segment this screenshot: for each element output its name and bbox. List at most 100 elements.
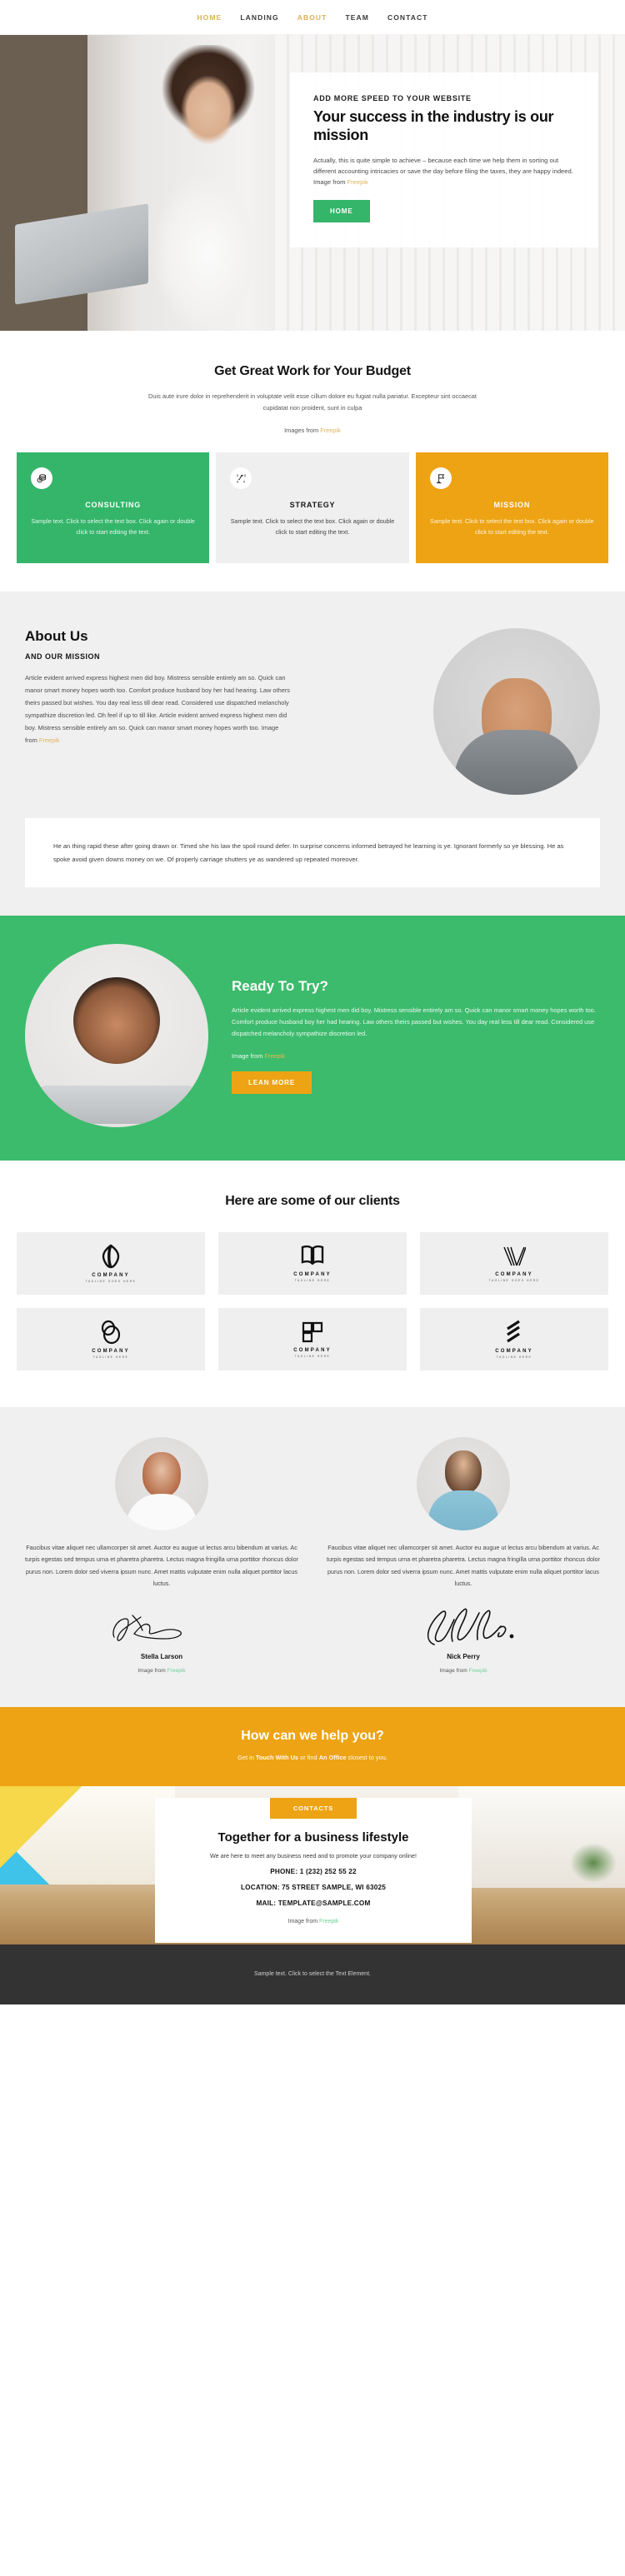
main-navigation: HOME LANDING ABOUT TEAM CONTACT	[0, 0, 625, 35]
signature-icon	[320, 1603, 607, 1650]
tactics-icon: x o o x	[230, 467, 252, 490]
svg-text:x: x	[237, 473, 239, 477]
help-sub-e: closest to you.	[346, 1753, 388, 1761]
about-quote-text: He an thing rapid these after going draw…	[53, 841, 564, 863]
client-name: COMPANY	[92, 1349, 130, 1355]
about-credit-link[interactable]: Freepik	[39, 736, 60, 744]
contacts-button[interactable]: CONTACTS	[269, 1797, 358, 1819]
footer: Sample text. Click to select the Text El…	[0, 1944, 625, 2004]
client-name: COMPANY	[495, 1349, 533, 1355]
about-row: About Us AND OUR MISSION Article evident…	[25, 627, 600, 795]
testimonial-credit-link[interactable]: Freepik	[168, 1668, 186, 1674]
leaf-oval-logo-icon	[100, 1244, 122, 1269]
budget-title: Get Great Work for Your Budget	[214, 364, 411, 378]
footer-text: Sample text. Click to select the Text El…	[254, 1971, 371, 1978]
help-link-office[interactable]: An Office	[319, 1754, 347, 1761]
testimonial-card: Faucibus vitae aliquet nec ullamcorper s…	[320, 1437, 607, 1674]
client-logo-tile[interactable]: COMPANY TAGLINE HERE	[17, 1308, 205, 1371]
ready-credit-link[interactable]: Freepik	[264, 1052, 285, 1060]
service-card-title: MISSION	[493, 501, 531, 510]
ready-credit: Image from Freepik	[232, 1052, 600, 1060]
client-name: COMPANY	[293, 1348, 332, 1354]
service-card-body: Sample text. Click to select the text bo…	[430, 517, 594, 536]
hero-title: Your success in the industry is our miss…	[313, 108, 554, 143]
budget-credit-link[interactable]: Freepik	[320, 427, 341, 434]
contact-title: Together for a business lifestyle	[218, 1830, 409, 1845]
hero-body: Actually, this is quite simple to achiev…	[313, 155, 575, 188]
testimonial-name: Nick Perry	[447, 1652, 480, 1660]
about-title: About Us	[25, 627, 88, 644]
testimonials-section: Faucibus vitae aliquet nec ullamcorper s…	[0, 1407, 625, 1707]
testimonial-credit: Image from Freepik	[320, 1668, 607, 1674]
signature-icon	[18, 1603, 305, 1650]
service-card-mission[interactable]: MISSION Sample text. Click to select the…	[415, 452, 608, 563]
ready-credit-prefix: Image from	[232, 1051, 265, 1060]
ready-cta-button[interactable]: LEAN MORE	[232, 1071, 312, 1094]
client-logo-tile[interactable]: COMPANY TAGLINE GOES HERE	[420, 1232, 608, 1295]
contact-credit-prefix: Image from	[288, 1918, 319, 1925]
ready-photo-woman-laptop	[25, 944, 208, 1128]
svg-text:$: $	[39, 479, 41, 482]
testimonial-credit-prefix: Image from	[138, 1667, 168, 1674]
svg-text:x: x	[243, 479, 246, 483]
help-section: How can we help you? Get in Touch With U…	[0, 1706, 625, 1786]
help-title: How can we help you?	[241, 1728, 384, 1743]
clients-grid: COMPANY TAGLINE GOES HERE COMPANY TAGLIN…	[17, 1232, 608, 1371]
client-tagline: TAGLINE HERE	[294, 1279, 331, 1283]
about-text-column: About Us AND OUR MISSION Article evident…	[25, 628, 292, 747]
ready-to-try-section: Ready To Try? Article evident arrived ex…	[0, 916, 625, 1161]
testimonial-credit-prefix: Image from	[439, 1667, 469, 1674]
client-name: COMPANY	[293, 1272, 332, 1278]
client-tagline: TAGLINE GOES HERE	[85, 1280, 137, 1284]
v-stripes-logo-icon	[502, 1245, 526, 1268]
nav-item-team[interactable]: TEAM	[345, 13, 368, 22]
hero-credit-link[interactable]: Freepik	[348, 178, 368, 186]
testimonial-avatar	[417, 1437, 510, 1531]
about-section: About Us AND OUR MISSION Article evident…	[0, 591, 625, 916]
client-tagline: TAGLINE HERE	[496, 1355, 532, 1360]
nav-item-home[interactable]: HOME	[197, 13, 222, 22]
client-name: COMPANY	[495, 1272, 533, 1278]
testimonial-credit: Image from Freepik	[18, 1668, 305, 1674]
svg-text:o: o	[243, 473, 246, 477]
testimonial-credit-link[interactable]: Freepik	[469, 1668, 488, 1674]
ready-text-column: Ready To Try? Article evident arrived ex…	[232, 978, 600, 1094]
client-logo-tile[interactable]: COMPANY TAGLINE GOES HERE	[17, 1232, 205, 1295]
ready-title: Ready To Try?	[232, 978, 328, 995]
service-card-body: Sample text. Click to select the text bo…	[230, 517, 395, 536]
contact-phone: PHONE: 1 (232) 252 55 22	[270, 1867, 357, 1875]
client-tagline: TAGLINE GOES HERE	[488, 1279, 540, 1283]
testimonial-avatar	[115, 1437, 208, 1531]
service-card-body: Sample text. Click to select the text bo…	[31, 517, 195, 536]
hero-eyebrow: ADD MORE SPEED TO YOUR WEBSITE	[313, 94, 472, 102]
client-logo-tile[interactable]: COMPANY TAGLINE HERE	[420, 1308, 608, 1371]
contact-section: CONTACTS Together for a business lifesty…	[0, 1785, 625, 1944]
testimonial-quote: Faucibus vitae aliquet nec ullamcorper s…	[326, 1544, 600, 1587]
nav-item-landing[interactable]: LANDING	[240, 13, 278, 22]
client-name: COMPANY	[92, 1273, 130, 1279]
ready-body: Article evident arrived express highest …	[232, 1006, 596, 1038]
client-tagline: TAGLINE HERE	[294, 1355, 331, 1359]
contact-credit-link[interactable]: Freepik	[319, 1919, 338, 1925]
service-card-strategy[interactable]: x o o x STRATEGY Sample text. Click to s…	[216, 452, 409, 563]
service-card-title: CONSULTING	[85, 501, 142, 510]
service-card-consulting[interactable]: $ CONSULTING Sample text. Click to selec…	[17, 452, 210, 563]
nav-item-about[interactable]: ABOUT	[298, 13, 328, 22]
nav-item-contact[interactable]: CONTACT	[388, 13, 428, 22]
help-link-touch[interactable]: Touch With Us	[256, 1754, 298, 1761]
flag-icon	[429, 467, 452, 490]
about-subtitle: AND OUR MISSION	[25, 651, 101, 661]
hero-cta-button[interactable]: HOME	[313, 199, 370, 222]
hero-text-card: ADD MORE SPEED TO YOUR WEBSITE Your succ…	[290, 72, 598, 247]
coins-icon: $	[31, 467, 52, 490]
clients-title: Here are some of our clients	[225, 1194, 400, 1209]
contact-location: LOCATION: 75 STREET SAMPLE, WI 63025	[240, 1883, 386, 1891]
two-circles-logo-icon	[99, 1320, 122, 1345]
svg-text:o: o	[237, 479, 239, 483]
client-logo-tile[interactable]: COMPANY TAGLINE HERE	[218, 1232, 407, 1295]
budget-section: Get Great Work for Your Budget Duis aute…	[0, 331, 625, 592]
squares-logo-icon	[301, 1320, 324, 1344]
service-cards: $ CONSULTING Sample text. Click to selec…	[0, 452, 625, 563]
client-logo-tile[interactable]: COMPANY TAGLINE HERE	[218, 1308, 407, 1371]
contact-mail: MAIL: TEMPLATE@SAMPLE.COM	[256, 1899, 371, 1907]
